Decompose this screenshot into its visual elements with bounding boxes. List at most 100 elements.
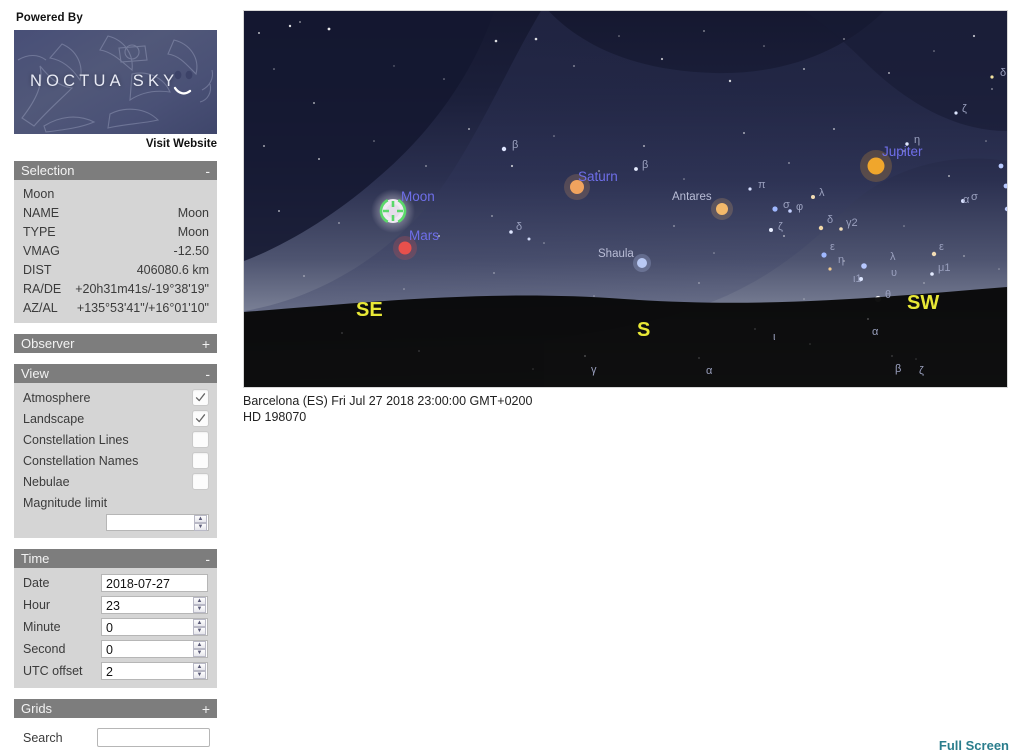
noctua-sky-logo[interactable]: NOCTUA SKY xyxy=(14,30,217,134)
sky-canvas[interactable]: Moon Mars Saturn Jupiter Antares Shaula … xyxy=(243,10,1008,388)
stepper-down-icon[interactable]: ▼ xyxy=(193,605,206,613)
checkbox-row-constellation-lines: Constellation Lines xyxy=(14,429,217,450)
checkbox-atmosphere[interactable] xyxy=(192,389,209,406)
table-row: AZ/AL +135°53'41"/+16°01'10" xyxy=(14,298,217,317)
field-label: Date xyxy=(23,576,50,590)
planet-saturn xyxy=(564,174,590,200)
observer-panel-toggle-icon[interactable]: + xyxy=(202,337,210,351)
view-panel-header[interactable]: View - xyxy=(14,364,217,383)
star-antares xyxy=(711,198,733,220)
hour-stepper[interactable]: ▲ ▼ xyxy=(193,597,206,613)
visit-website-link[interactable]: Visit Website xyxy=(14,138,217,150)
powered-by-label: Powered By xyxy=(16,12,83,24)
time-panel-header[interactable]: Time - xyxy=(14,549,217,568)
search-label: Search xyxy=(23,730,63,745)
magnitude-limit-row: ▲ ▼ xyxy=(14,513,217,532)
check-icon xyxy=(195,393,206,402)
minute-input[interactable] xyxy=(102,620,207,636)
stepper-down-icon[interactable]: ▼ xyxy=(193,671,206,679)
field-label: Hour xyxy=(23,598,51,612)
stepper-up-icon[interactable]: ▲ xyxy=(193,663,206,671)
view-panel-title: View xyxy=(21,366,49,381)
time-field-hour: Hour ▲ ▼ xyxy=(14,594,217,616)
time-field-date: Date xyxy=(14,572,217,594)
date-field[interactable] xyxy=(101,574,208,592)
utc-offset-input[interactable] xyxy=(102,664,207,680)
table-row: VMAG -12.50 xyxy=(14,241,217,260)
stepper-up-icon[interactable]: ▲ xyxy=(193,641,206,649)
selection-panel-toggle-icon[interactable]: - xyxy=(205,164,210,178)
utc-offset-stepper[interactable]: ▲ ▼ xyxy=(193,663,206,679)
view-panel-toggle-icon[interactable]: - xyxy=(205,367,210,381)
utc-offset-field[interactable]: ▲ ▼ xyxy=(101,662,208,680)
stepper-up-icon[interactable]: ▲ xyxy=(193,597,206,605)
checkbox-label: Atmosphere xyxy=(23,390,91,405)
row-key: NAME xyxy=(23,205,60,220)
checkbox-row-nebulae: Nebulae xyxy=(14,471,217,492)
full-screen-button[interactable]: Full Screen xyxy=(939,738,1009,750)
stepper-up-icon[interactable]: ▲ xyxy=(194,515,207,523)
grids-panel-toggle-icon[interactable]: + xyxy=(202,702,210,716)
checkbox-label: Constellation Names xyxy=(23,453,139,468)
time-panel-title: Time xyxy=(21,551,50,566)
second-input[interactable] xyxy=(102,642,207,658)
magnitude-limit-field[interactable]: ▲ ▼ xyxy=(106,514,209,532)
stepper-down-icon[interactable]: ▼ xyxy=(194,523,207,531)
checkbox-constellation-lines[interactable] xyxy=(192,431,209,448)
grids-panel: Grids + xyxy=(14,699,217,718)
sky-render xyxy=(244,11,1007,387)
checkbox-nebulae[interactable] xyxy=(192,473,209,490)
greek-star-label[interactable]: β1 xyxy=(1007,156,1008,168)
crescent-moon-face-icon xyxy=(169,58,193,106)
grids-panel-title: Grids xyxy=(21,701,53,716)
status-location-time: Barcelona (ES) Fri Jul 27 2018 23:00:00 … xyxy=(243,394,533,408)
time-panel-toggle-icon[interactable]: - xyxy=(205,552,210,566)
magnitude-limit-label-row: Magnitude limit xyxy=(14,492,217,513)
minute-stepper[interactable]: ▲ ▼ xyxy=(193,619,206,635)
magnitude-limit-stepper[interactable]: ▲ ▼ xyxy=(194,515,207,531)
search-input[interactable] xyxy=(97,728,210,747)
checkbox-row-constellation-names: Constellation Names xyxy=(14,450,217,471)
observer-panel-header[interactable]: Observer + xyxy=(14,334,217,353)
observer-panel-title: Observer xyxy=(21,336,75,351)
checkbox-constellation-names[interactable] xyxy=(192,452,209,469)
row-key: AZ/AL xyxy=(23,300,58,315)
planet-moon xyxy=(371,189,415,233)
second-field[interactable]: ▲ ▼ xyxy=(101,640,208,658)
magnitude-limit-input[interactable] xyxy=(107,516,208,532)
table-row: NAME Moon xyxy=(14,203,217,222)
grids-panel-header[interactable]: Grids + xyxy=(14,699,217,718)
selection-panel-title: Selection xyxy=(21,163,75,178)
checkbox-label: Constellation Lines xyxy=(23,432,129,447)
hour-field[interactable]: ▲ ▼ xyxy=(101,596,208,614)
magnitude-limit-label: Magnitude limit xyxy=(23,495,108,510)
time-panel: Time - Date Hour ▲ ▼ xyxy=(14,549,217,688)
field-label: Minute xyxy=(23,620,61,634)
minute-field[interactable]: ▲ ▼ xyxy=(101,618,208,636)
row-value: 406080.6 km xyxy=(136,262,209,277)
stepper-down-icon[interactable]: ▼ xyxy=(193,627,206,635)
selection-panel-header[interactable]: Selection - xyxy=(14,161,217,180)
field-label: UTC offset xyxy=(23,664,83,678)
selection-panel-body: Moon NAME Moon TYPE Moon VMAG -12.50 DIS… xyxy=(14,180,217,323)
row-value: +135°53'41"/+16°01'10" xyxy=(76,300,209,315)
stepper-down-icon[interactable]: ▼ xyxy=(193,649,206,657)
sky-view-container: Moon Mars Saturn Jupiter Antares Shaula … xyxy=(243,10,1008,425)
planet-mars xyxy=(393,236,417,260)
row-key: RA/DE xyxy=(23,281,62,296)
observer-panel: Observer + xyxy=(14,334,217,353)
row-value: +20h31m41s/-19°38'19" xyxy=(75,281,209,296)
row-key: VMAG xyxy=(23,243,60,258)
table-row: TYPE Moon xyxy=(14,222,217,241)
date-input[interactable] xyxy=(102,576,207,592)
stepper-up-icon[interactable]: ▲ xyxy=(193,619,206,627)
planet-jupiter xyxy=(860,150,892,182)
checkbox-landscape[interactable] xyxy=(192,410,209,427)
time-panel-body: Date Hour ▲ ▼ Minute xyxy=(14,568,217,688)
app-root: Powered By NOCTUA SKY Visit Website Sele… xyxy=(0,0,1023,750)
search-row: Search xyxy=(14,728,232,747)
status-object-id: HD 198070 xyxy=(243,410,307,424)
second-stepper[interactable]: ▲ ▼ xyxy=(193,641,206,657)
checkbox-row-landscape: Landscape xyxy=(14,408,217,429)
hour-input[interactable] xyxy=(102,598,207,614)
